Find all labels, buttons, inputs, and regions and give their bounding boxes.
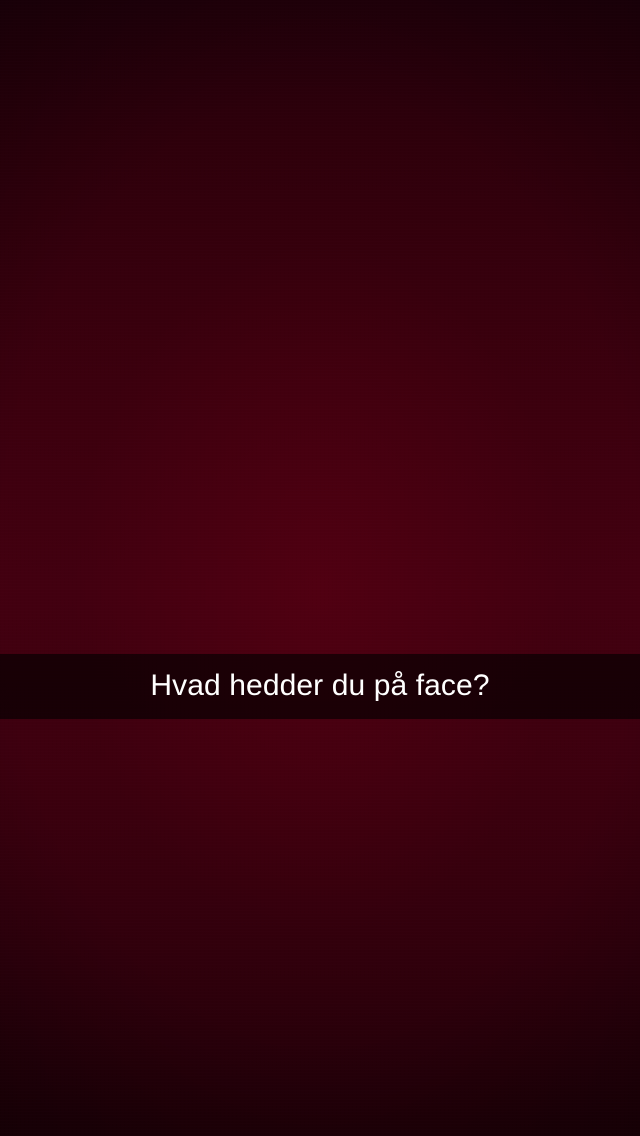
caption-bar[interactable]: Hvad hedder du på face? <box>0 654 640 719</box>
photo-noise-texture <box>0 0 640 1136</box>
caption-text: Hvad hedder du på face? <box>150 668 490 702</box>
photo-vignette <box>0 0 640 1136</box>
snap-photo-background: Hvad hedder du på face? <box>0 0 640 1136</box>
